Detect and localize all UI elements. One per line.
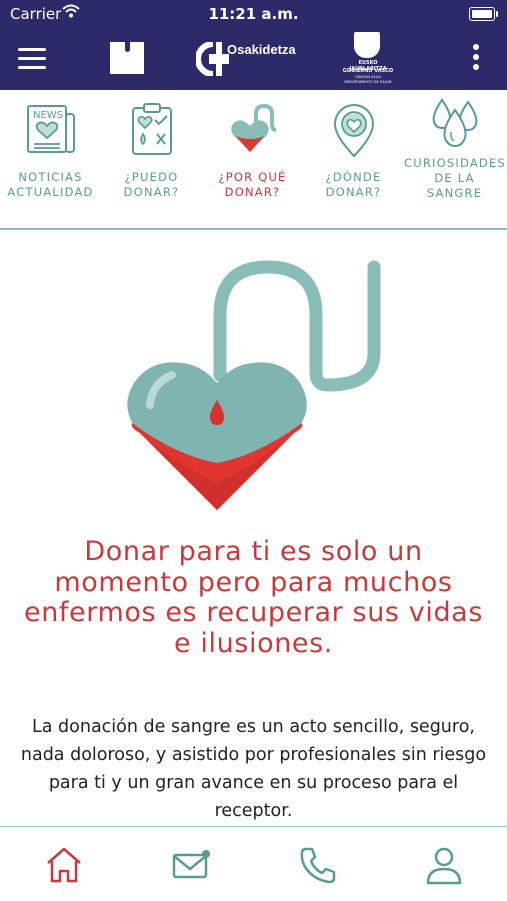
status-bar: Carrier 11:21 a.m. [0,0,507,28]
gobierno-vasco-logo: EUSKO JAURLARITZA GOBIERNO VASCO OSASUN … [340,32,396,84]
gov-line3: OSASUN SAILA [354,75,382,79]
category-label: ¿DÓNDE DONAR? [325,170,382,199]
heart-tube-illustration [127,260,381,510]
app-header: Carrier 11:21 a.m. Osakidetza EUSKO JAUR… [0,0,507,90]
category-donde-donar[interactable]: ¿DÓNDE DONAR? [303,102,404,200]
gov-line2: GOBIERNO VASCO [342,68,394,74]
user-icon[interactable] [424,845,464,885]
category-curiosidades[interactable]: CURIOSIDADES DE LA SANGRE [404,96,505,201]
svg-text:NEWS: NEWS [33,110,63,121]
mail-icon[interactable] [171,845,211,885]
location-pin-icon [333,104,374,158]
gov-line4: DEPARTAMENTO DE SALUD [344,80,392,84]
checklist-icon [131,103,172,155]
brand-name: Osakidetza [227,42,296,57]
phone-icon[interactable] [298,845,338,885]
category-por-que-donar[interactable]: ¿POR QUÉ DONAR? [202,102,303,200]
more-options-icon[interactable] [470,44,482,74]
category-label: ¿PUEDO DONAR? [123,170,180,199]
category-label: CURIOSIDADES DE LA SANGRE [404,156,506,200]
status-time: 11:21 a.m. [208,5,299,23]
main-body-text: La donación de sangre es un acto sencill… [20,717,487,821]
heart-tube-icon [230,103,276,152]
category-puedo-donar[interactable]: ¿PUEDO DONAR? [101,102,202,200]
main-headline: Donar para ti es solo un momento pero pa… [23,536,483,659]
home-icon[interactable] [44,845,84,885]
newspaper-icon: NEWS [26,105,75,153]
shield-icon [354,32,380,58]
category-label: NOTICIAS ACTUALIDAD [7,170,94,199]
menu-icon[interactable] [18,48,46,70]
battery-icon [469,7,498,21]
bottom-tab-bar [0,826,507,901]
blood-drops-icon [432,98,477,148]
blood-drop-logo-icon[interactable] [110,42,144,74]
osakidetza-logo-icon [196,42,229,76]
category-nav: NEWS NOTICIAS ACTUALIDAD ¿PUEDO DONAR? ¿… [0,90,507,230]
category-label: ¿POR QUÉ DONAR? [218,170,287,199]
category-noticias[interactable]: NEWS NOTICIAS ACTUALIDAD [0,102,101,200]
